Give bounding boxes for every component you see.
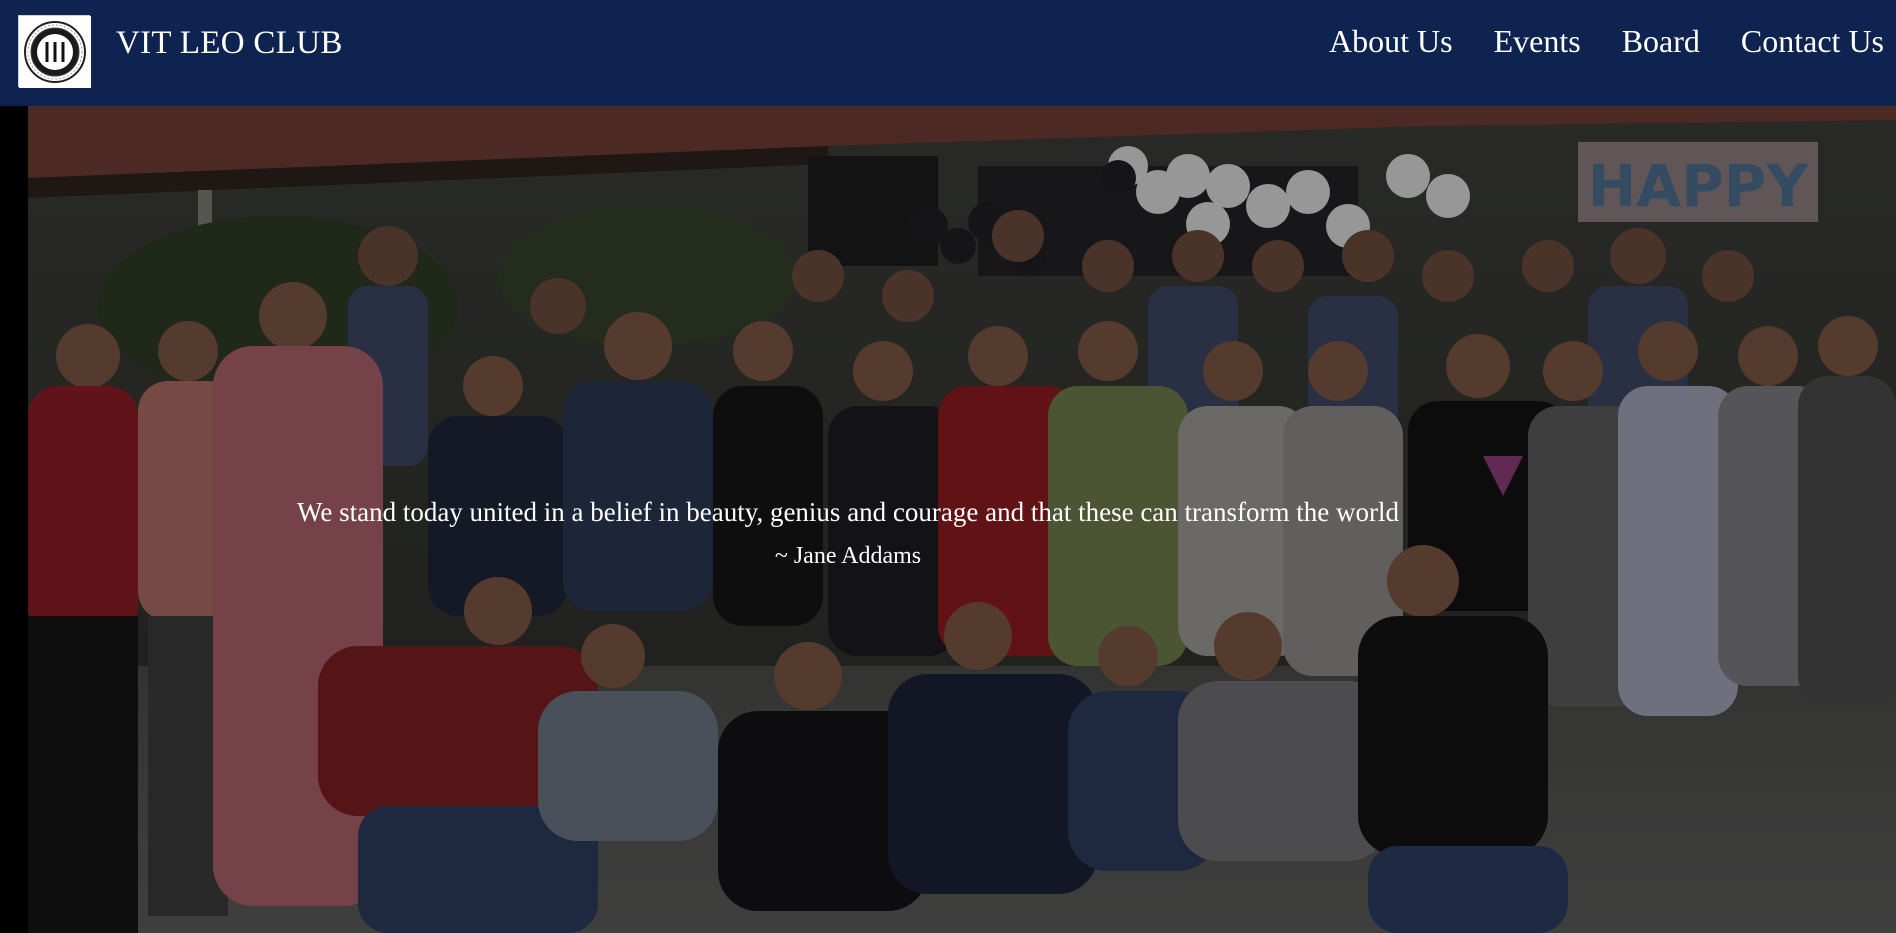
club-logo-icon[interactable] xyxy=(18,15,91,88)
hero-quote: We stand today united in a belief in bea… xyxy=(297,497,1399,527)
hero-quote-author: ~ Jane Addams xyxy=(774,543,922,569)
nav-link-contact-us[interactable]: Contact Us xyxy=(1741,20,1884,62)
nav-link-about-us[interactable]: About Us xyxy=(1329,20,1453,62)
hero-section: HAPPY We stand today united in a belief … xyxy=(28,106,1896,933)
nav-link-board[interactable]: Board xyxy=(1622,20,1700,62)
brand-title[interactable]: VIT LEO CLUB xyxy=(116,22,343,64)
top-navbar: VIT LEO CLUB About Us Events Board Conta… xyxy=(0,0,1896,106)
nav-links: About Us Events Board Contact Us xyxy=(1329,20,1884,62)
nav-link-events[interactable]: Events xyxy=(1494,20,1581,62)
